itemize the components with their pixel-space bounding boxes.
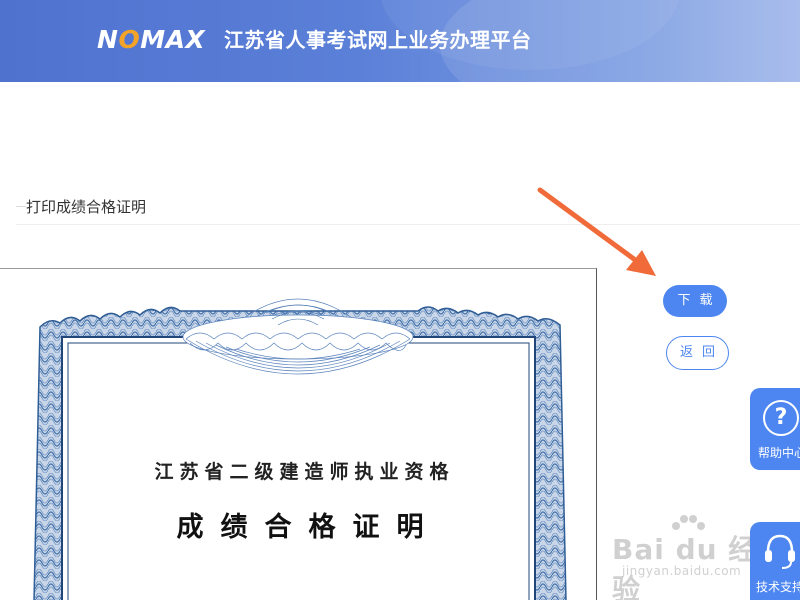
page-title: 打印成绩合格证明	[26, 198, 147, 216]
watermark-url: jingyan.baidu.com	[622, 564, 742, 578]
certificate-preview: 江苏省二级建造师执业资格 成绩合格证明	[0, 268, 597, 600]
tech-support-widget[interactable]: 技术支持	[750, 522, 800, 600]
certificate-border-art	[33, 298, 567, 600]
help-center-widget[interactable]: ? 帮助中心	[750, 388, 800, 470]
logo-prefix: N	[97, 25, 119, 54]
section-lead-line	[16, 206, 26, 207]
back-button[interactable]: 返回	[666, 336, 729, 370]
site-header: NOMAX 江苏省人事考试网上业务办理平台	[0, 0, 800, 82]
annotation-arrow-icon	[537, 187, 656, 276]
tech-support-label: 技术支持	[756, 580, 800, 594]
help-center-label: 帮助中心	[758, 446, 800, 460]
logo-suffix: MAX	[140, 25, 206, 54]
logo-o-mark: O	[118, 25, 141, 54]
section-header: 打印成绩合格证明	[16, 196, 800, 225]
headset-icon	[765, 534, 795, 569]
download-button[interactable]: 下载	[663, 285, 727, 317]
nomax-logo[interactable]: NOMAX	[97, 26, 205, 54]
question-circle-icon: ?	[763, 400, 799, 436]
platform-title: 江苏省人事考试网上业务办理平台	[224, 28, 532, 52]
certificate-heading: 江苏省二级建造师执业资格	[154, 461, 455, 483]
baidu-watermark: Bai du 经验 jingyan.baidu.com	[612, 512, 762, 600]
certificate-title: 成绩合格证明	[176, 512, 441, 543]
